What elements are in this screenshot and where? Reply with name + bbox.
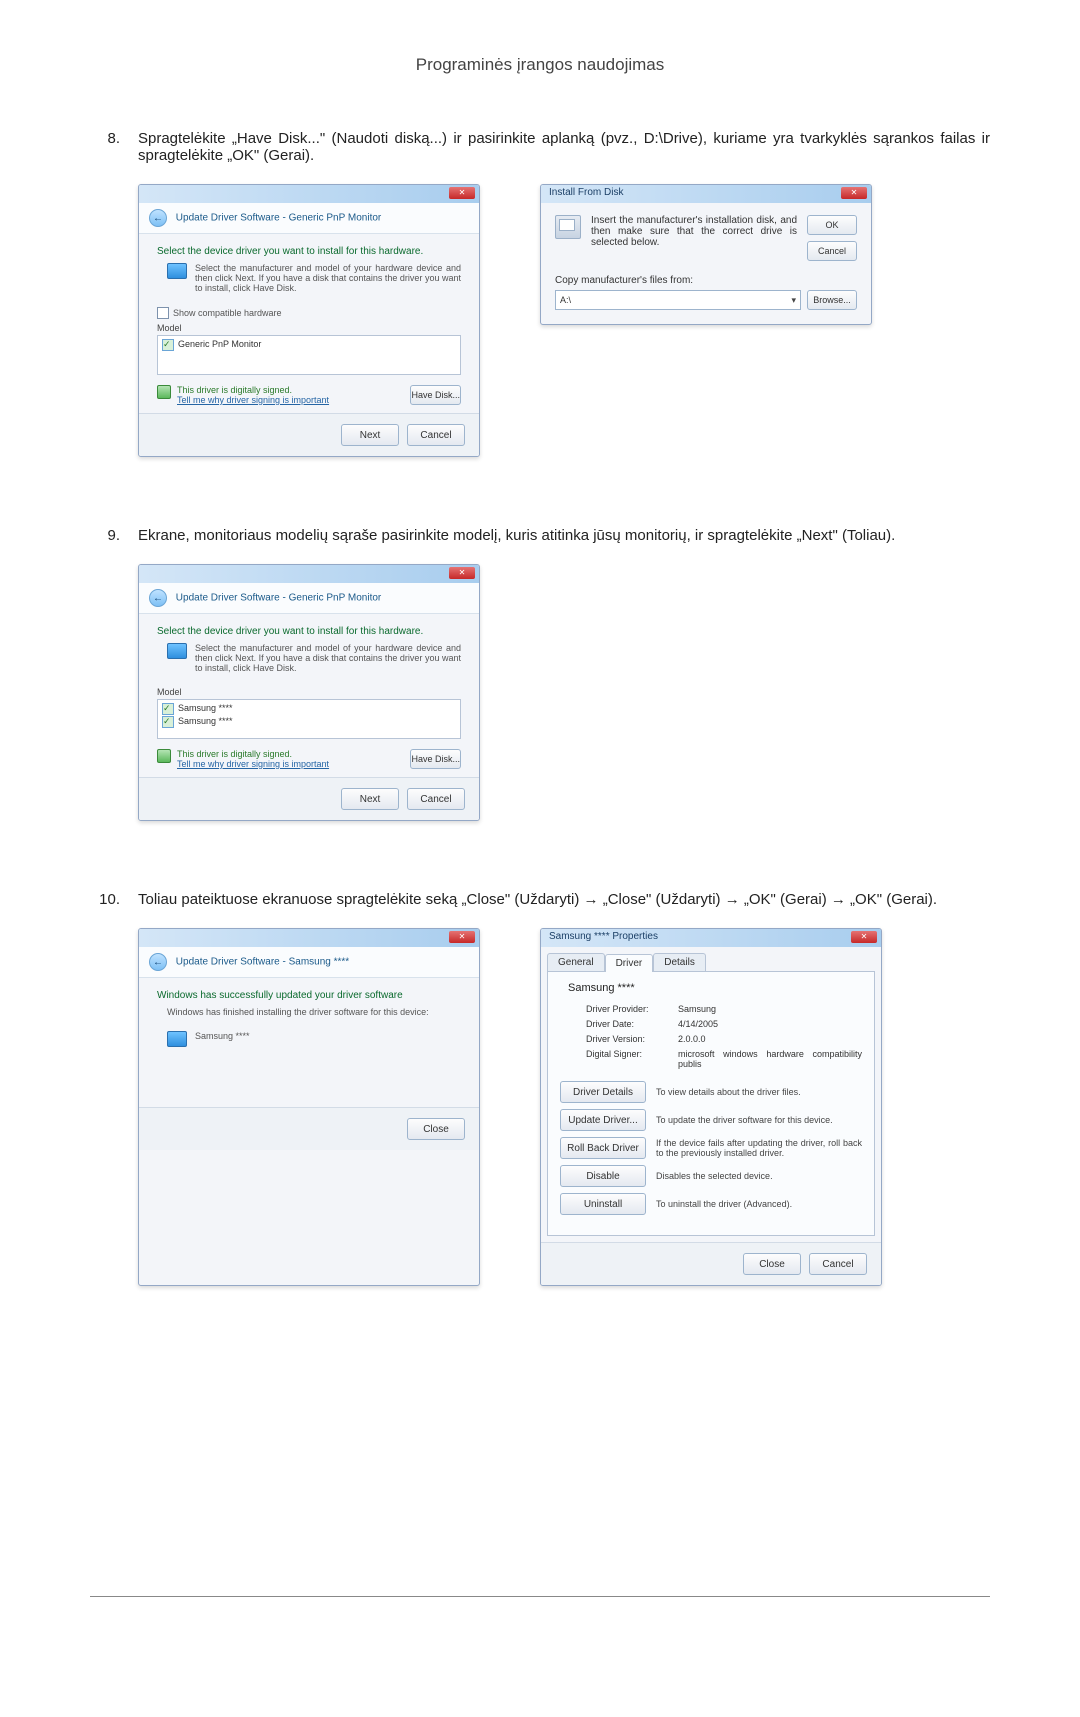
close-icon[interactable]: ✕ <box>449 187 475 199</box>
next-button[interactable]: Next <box>341 788 399 810</box>
rollback-button[interactable]: Roll Back Driver <box>560 1137 646 1159</box>
cancel-button[interactable]: Cancel <box>807 241 857 261</box>
ok-button[interactable]: OK <box>807 215 857 235</box>
update-driver-desc: To update the driver software for this d… <box>656 1115 862 1125</box>
rollback-desc: If the device fails after updating the d… <box>656 1138 862 1158</box>
success-sub: Windows has finished installing the driv… <box>167 1007 451 1017</box>
monitor-icon <box>167 263 187 279</box>
uninstall-desc: To uninstall the driver (Advanced). <box>656 1199 862 1209</box>
tab-driver[interactable]: Driver <box>605 954 654 972</box>
signed-icon <box>162 716 174 728</box>
show-compatible-label: Show compatible hardware <box>173 308 282 318</box>
update-driver-dialog-2: ✕ ← Update Driver Software - Generic PnP… <box>138 564 480 821</box>
provider-value: Samsung <box>678 1004 862 1014</box>
shield-icon <box>157 749 171 763</box>
close-icon[interactable]: ✕ <box>449 567 475 579</box>
close-button[interactable]: Close <box>407 1118 465 1140</box>
install-message: Insert the manufacturer's installation d… <box>591 215 797 248</box>
step-10-text: Toliau pateiktuose ekranuose spragtelėki… <box>138 891 990 908</box>
back-icon[interactable]: ← <box>149 589 167 607</box>
list-item: Samsung **** <box>160 715 458 728</box>
version-value: 2.0.0.0 <box>678 1034 862 1044</box>
browse-button[interactable]: Browse... <box>807 290 857 310</box>
model-list[interactable]: Samsung **** Samsung **** <box>157 699 461 739</box>
monitor-icon <box>167 643 187 659</box>
step-8-number: 8. <box>90 130 120 487</box>
dialog-title: Samsung **** Properties <box>549 931 658 942</box>
list-item: Samsung **** <box>160 702 458 715</box>
version-key: Driver Version: <box>586 1034 678 1044</box>
update-driver-button[interactable]: Update Driver... <box>560 1109 646 1131</box>
step-10-number: 10. <box>90 891 120 1316</box>
model-list[interactable]: Generic PnP Monitor <box>157 335 461 375</box>
page-footer-rule <box>90 1596 990 1597</box>
have-disk-button[interactable]: Have Disk... <box>410 749 461 769</box>
list-item: Generic PnP Monitor <box>160 338 458 351</box>
next-button[interactable]: Next <box>341 424 399 446</box>
model-item-label: Samsung **** <box>178 702 233 715</box>
dialog-heading: Select the device driver you want to ins… <box>157 626 461 637</box>
model-item-label: Samsung **** <box>178 715 233 728</box>
device-name: Samsung **** <box>195 1031 250 1047</box>
signer-value: microsoft windows hardware compatibility… <box>678 1049 862 1069</box>
signer-key: Digital Signer: <box>586 1049 678 1069</box>
page-title: Programinės įrangos naudojimas <box>90 55 990 75</box>
model-header: Model <box>157 323 182 333</box>
shield-icon <box>157 385 171 399</box>
close-icon[interactable]: ✕ <box>841 187 867 199</box>
have-disk-button[interactable]: Have Disk... <box>410 385 461 405</box>
signed-text: This driver is digitally signed. <box>177 749 329 759</box>
monitor-icon <box>167 1031 187 1047</box>
update-success-dialog: ✕ ← Update Driver Software - Samsung ***… <box>138 928 480 1286</box>
cancel-button[interactable]: Cancel <box>407 424 465 446</box>
device-headline: Samsung **** <box>568 982 635 994</box>
step-9-text: Ekrane, monitoriaus modelių sąraše pasir… <box>138 527 990 544</box>
close-icon[interactable]: ✕ <box>449 931 475 943</box>
disable-desc: Disables the selected device. <box>656 1171 862 1181</box>
provider-key: Driver Provider: <box>586 1004 678 1014</box>
model-item-label: Generic PnP Monitor <box>178 338 261 351</box>
properties-dialog: Samsung **** Properties ✕ General Driver… <box>540 928 882 1286</box>
date-value: 4/14/2005 <box>678 1019 862 1029</box>
show-compatible-checkbox[interactable] <box>157 307 169 319</box>
combo-value: A:\ <box>560 295 571 305</box>
signed-text: This driver is digitally signed. <box>177 385 329 395</box>
date-key: Driver Date: <box>586 1019 678 1029</box>
breadcrumb: Update Driver Software - Generic PnP Mon… <box>176 593 381 604</box>
copy-from-label: Copy manufacturer's files from: <box>555 275 857 286</box>
disable-button[interactable]: Disable <box>560 1165 646 1187</box>
step-9-number: 9. <box>90 527 120 851</box>
disk-icon <box>555 215 581 239</box>
back-icon[interactable]: ← <box>149 209 167 227</box>
install-from-disk-dialog: Install From Disk ✕ Insert the manufactu… <box>540 184 872 325</box>
breadcrumb: Update Driver Software - Generic PnP Mon… <box>176 213 381 224</box>
dialog-hint: Select the manufacturer and model of you… <box>195 263 461 293</box>
chevron-down-icon: ▾ <box>791 295 796 306</box>
step-8-text: Spragtelėkite „Have Disk..." (Naudoti di… <box>138 130 990 164</box>
cancel-button[interactable]: Cancel <box>407 788 465 810</box>
success-heading: Windows has successfully updated your dr… <box>157 990 461 1001</box>
dialog-heading: Select the device driver you want to ins… <box>157 246 461 257</box>
uninstall-button[interactable]: Uninstall <box>560 1193 646 1215</box>
close-icon[interactable]: ✕ <box>851 931 877 943</box>
dialog-title: Install From Disk <box>549 187 623 198</box>
driver-details-button[interactable]: Driver Details <box>560 1081 646 1103</box>
dialog-hint: Select the manufacturer and model of you… <box>195 643 461 673</box>
tab-details[interactable]: Details <box>653 953 706 971</box>
driver-details-desc: To view details about the driver files. <box>656 1087 862 1097</box>
signing-link[interactable]: Tell me why driver signing is important <box>177 395 329 405</box>
close-button[interactable]: Close <box>743 1253 801 1275</box>
update-driver-dialog-1: ✕ ← Update Driver Software - Generic PnP… <box>138 184 480 457</box>
signing-link[interactable]: Tell me why driver signing is important <box>177 759 329 769</box>
back-icon: ← <box>149 953 167 971</box>
signed-icon <box>162 703 174 715</box>
tab-general[interactable]: General <box>547 953 605 971</box>
copy-from-combo[interactable]: A:\ ▾ <box>555 290 801 310</box>
breadcrumb: Update Driver Software - Samsung **** <box>176 957 349 968</box>
cancel-button[interactable]: Cancel <box>809 1253 867 1275</box>
model-header: Model <box>157 687 182 697</box>
signed-icon <box>162 339 174 351</box>
